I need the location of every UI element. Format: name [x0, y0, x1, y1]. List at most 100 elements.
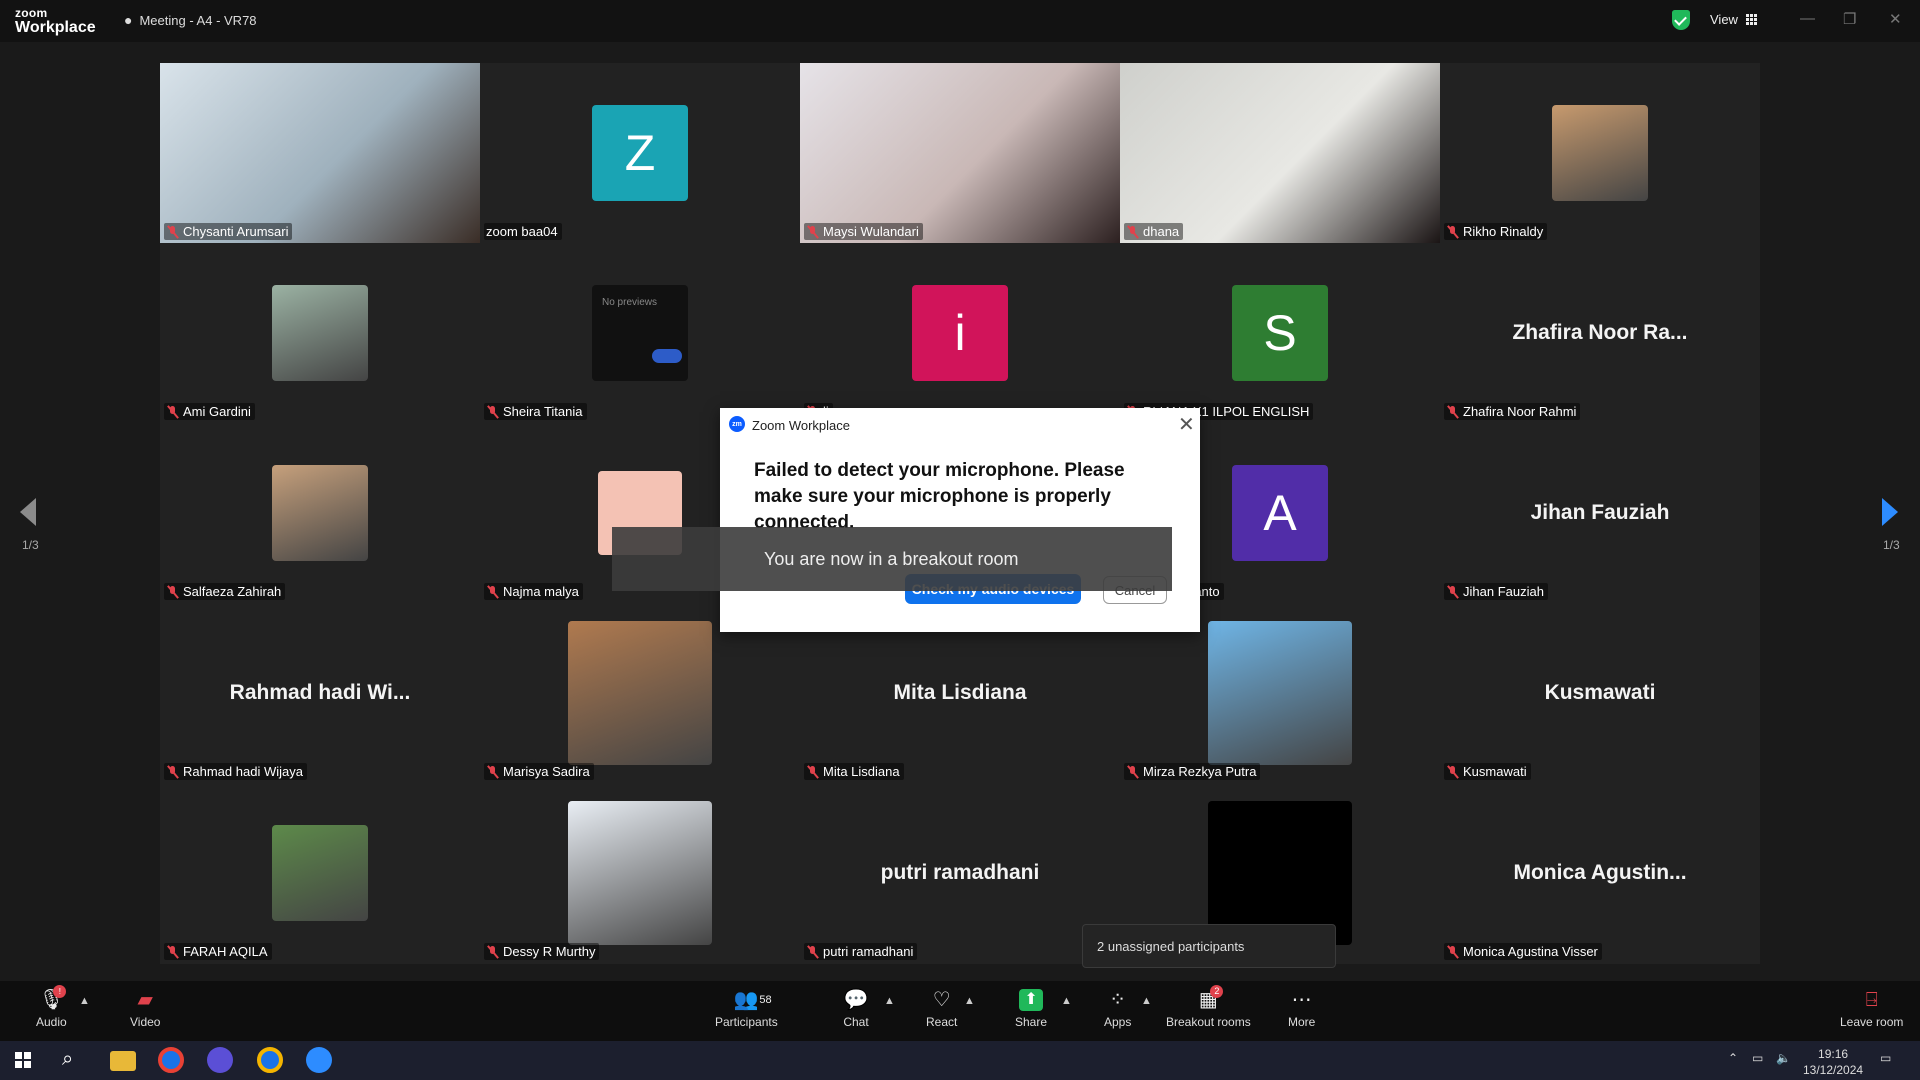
more-button[interactable]: ⋯ More: [1288, 989, 1315, 1029]
breakout-rooms-button[interactable]: ▦ 2 Breakout rooms: [1166, 985, 1251, 1029]
network-icon[interactable]: ▭: [1752, 1051, 1763, 1065]
video-label: Video: [130, 1015, 161, 1029]
muted-mic-icon: [1446, 945, 1460, 959]
participant-video: [800, 63, 1120, 243]
more-label: More: [1288, 1015, 1316, 1029]
participant-name-label: Mita Lisdiana: [804, 763, 904, 780]
participant-name: Dessy R Murthy: [503, 944, 596, 959]
participant-name-label: Chysanti Arumsari: [164, 223, 293, 240]
zoom-app-icon: zm: [729, 416, 745, 432]
participant-tile[interactable]: putri ramadhani putri ramadhani: [800, 783, 1120, 963]
participant-tile[interactable]: No previews Sheira Titania: [480, 243, 800, 423]
windows-taskbar: ⌕ ⌃ ▭ 🔈 19:16 13/12/2024 ▭: [0, 1041, 1920, 1080]
participant-tile[interactable]: Jihan Fauziah Jihan Fauziah: [1440, 423, 1760, 603]
muted-mic-icon: [1446, 225, 1460, 239]
participant-tile[interactable]: Rahmad hadi Wi... Rahmad hadi Wijaya: [160, 603, 480, 783]
participant-tile[interactable]: S RLIANA X1 ILPOL ENGLISH: [1120, 243, 1440, 423]
participant-video: [160, 63, 480, 243]
apps-label: Apps: [1104, 1015, 1132, 1029]
leave-room-label: Leave room: [1840, 1015, 1904, 1029]
zoom-taskbar-icon[interactable]: [306, 1047, 332, 1073]
participant-name-label: zoom baa04: [484, 223, 562, 240]
search-icon[interactable]: ⌕: [62, 1048, 73, 1071]
notifications-icon[interactable]: ▭: [1880, 1051, 1891, 1065]
previous-page-arrow-icon[interactable]: [20, 498, 36, 526]
participant-name: Ami Gardini: [183, 404, 251, 419]
participant-name: Zhafira Noor Rahmi: [1463, 404, 1577, 419]
minimize-button[interactable]: —: [1800, 10, 1815, 27]
participant-tile[interactable]: Zhafira Noor Ra... Zhafira Noor Rahmi: [1440, 243, 1760, 423]
participant-name: Maysi Wulandari: [823, 224, 919, 239]
participant-tile[interactable]: Maysi Wulandari: [800, 63, 1120, 243]
muted-mic-icon: [166, 405, 180, 419]
participant-name-label: Maysi Wulandari: [804, 223, 923, 240]
participant-tile[interactable]: Chysanti Arumsari: [160, 63, 480, 243]
share-label: Share: [1015, 1015, 1048, 1029]
video-button[interactable]: ▰ Video: [130, 989, 160, 1029]
avatar: Z: [592, 105, 688, 201]
volume-icon[interactable]: 🔈: [1776, 1051, 1791, 1065]
windows-start-icon[interactable]: [15, 1052, 31, 1068]
view-button[interactable]: View: [1710, 12, 1757, 27]
participant-tile[interactable]: Salfaeza Zahirah: [160, 423, 480, 603]
participants-button[interactable]: 👥 58 Participants: [715, 989, 778, 1029]
security-shield-icon[interactable]: [1672, 10, 1690, 30]
participant-display-name: Monica Agustin...: [1513, 861, 1687, 884]
participant-tile[interactable]: ili: [800, 243, 1120, 423]
share-button[interactable]: ⬆ Share: [1015, 989, 1047, 1029]
meeting-info[interactable]: ● Meeting - A4 - VR78: [124, 12, 257, 28]
chrome-profile-icon[interactable]: [257, 1047, 283, 1073]
participant-display-name: Kusmawati: [1544, 681, 1656, 704]
participant-name: dhana: [1143, 224, 1180, 239]
unassigned-participants-popup[interactable]: 2 unassigned participants: [1082, 924, 1336, 968]
participant-tile[interactable]: Kusmawati Kusmawati: [1440, 603, 1760, 783]
apps-button[interactable]: ⁘ Apps: [1104, 989, 1131, 1029]
participant-name: Jihan Fauziah: [1463, 584, 1544, 599]
dialog-close-icon[interactable]: ✕: [1178, 412, 1195, 437]
chat-options-caret-icon[interactable]: ▲: [884, 995, 895, 1007]
participant-tile[interactable]: Rikho Rinaldy: [1440, 63, 1760, 243]
audio-button[interactable]: 🎙! Audio: [36, 985, 67, 1029]
participant-name-label: Kusmawati: [1444, 763, 1531, 780]
react-button[interactable]: ♡ React: [926, 989, 957, 1029]
muted-mic-icon: [806, 765, 820, 779]
muted-mic-icon: [166, 225, 180, 239]
participant-tile[interactable]: dhana: [1120, 63, 1440, 243]
participant-name: Kusmawati: [1463, 764, 1527, 779]
participant-tile[interactable]: Zzoom baa04: [480, 63, 800, 243]
apps-options-caret-icon[interactable]: ▲: [1141, 995, 1152, 1007]
participant-name-label: Monica Agustina Visser: [1444, 943, 1602, 960]
chrome-icon[interactable]: [158, 1047, 184, 1073]
breakout-badge: 2: [1210, 985, 1224, 998]
participant-name-label: Ami Gardini: [164, 403, 255, 420]
muted-mic-icon: [166, 585, 180, 599]
avatar: [272, 825, 368, 921]
show-hidden-icons-icon[interactable]: ⌃: [1728, 1051, 1738, 1065]
participant-tile[interactable]: Ami Gardini: [160, 243, 480, 423]
participant-display-name: Zhafira Noor Ra...: [1512, 321, 1688, 344]
audio-options-caret-icon[interactable]: ▲: [79, 995, 90, 1007]
muted-mic-icon: [1446, 585, 1460, 599]
next-page-arrow-icon[interactable]: [1882, 498, 1898, 526]
muted-mic-icon: [1446, 405, 1460, 419]
dialog-title: Zoom Workplace: [752, 418, 851, 433]
clock[interactable]: 19:16 13/12/2024: [1803, 1046, 1863, 1078]
participant-name-label: Rahmad hadi Wijaya: [164, 763, 307, 780]
participant-tile[interactable]: Monica Agustin... Monica Agustina Visser: [1440, 783, 1760, 963]
leave-room-button[interactable]: ⍈ Leave room: [1840, 989, 1903, 1029]
participant-name: Rahmad hadi Wijaya: [183, 764, 303, 779]
participants-count: 58: [759, 994, 772, 1006]
participant-tile[interactable]: FARAH AQILA: [160, 783, 480, 963]
restore-button[interactable]: ❐: [1843, 10, 1856, 28]
react-options-caret-icon[interactable]: ▲: [964, 995, 975, 1007]
chat-button[interactable]: 💬 Chat: [843, 989, 869, 1029]
app-icon[interactable]: [207, 1047, 233, 1073]
share-options-caret-icon[interactable]: ▲: [1061, 995, 1072, 1007]
file-explorer-icon[interactable]: [110, 1051, 136, 1071]
participant-display-name: Mita Lisdiana: [893, 681, 1027, 704]
participant-tile[interactable]: Dessy R Murthy: [480, 783, 800, 963]
close-window-button[interactable]: ✕: [1889, 10, 1902, 28]
participant-name: FARAH AQILA: [183, 944, 268, 959]
muted-mic-icon: [486, 945, 500, 959]
microphone-error-dialog: zm Zoom Workplace ✕ Failed to detect you…: [720, 408, 1200, 632]
